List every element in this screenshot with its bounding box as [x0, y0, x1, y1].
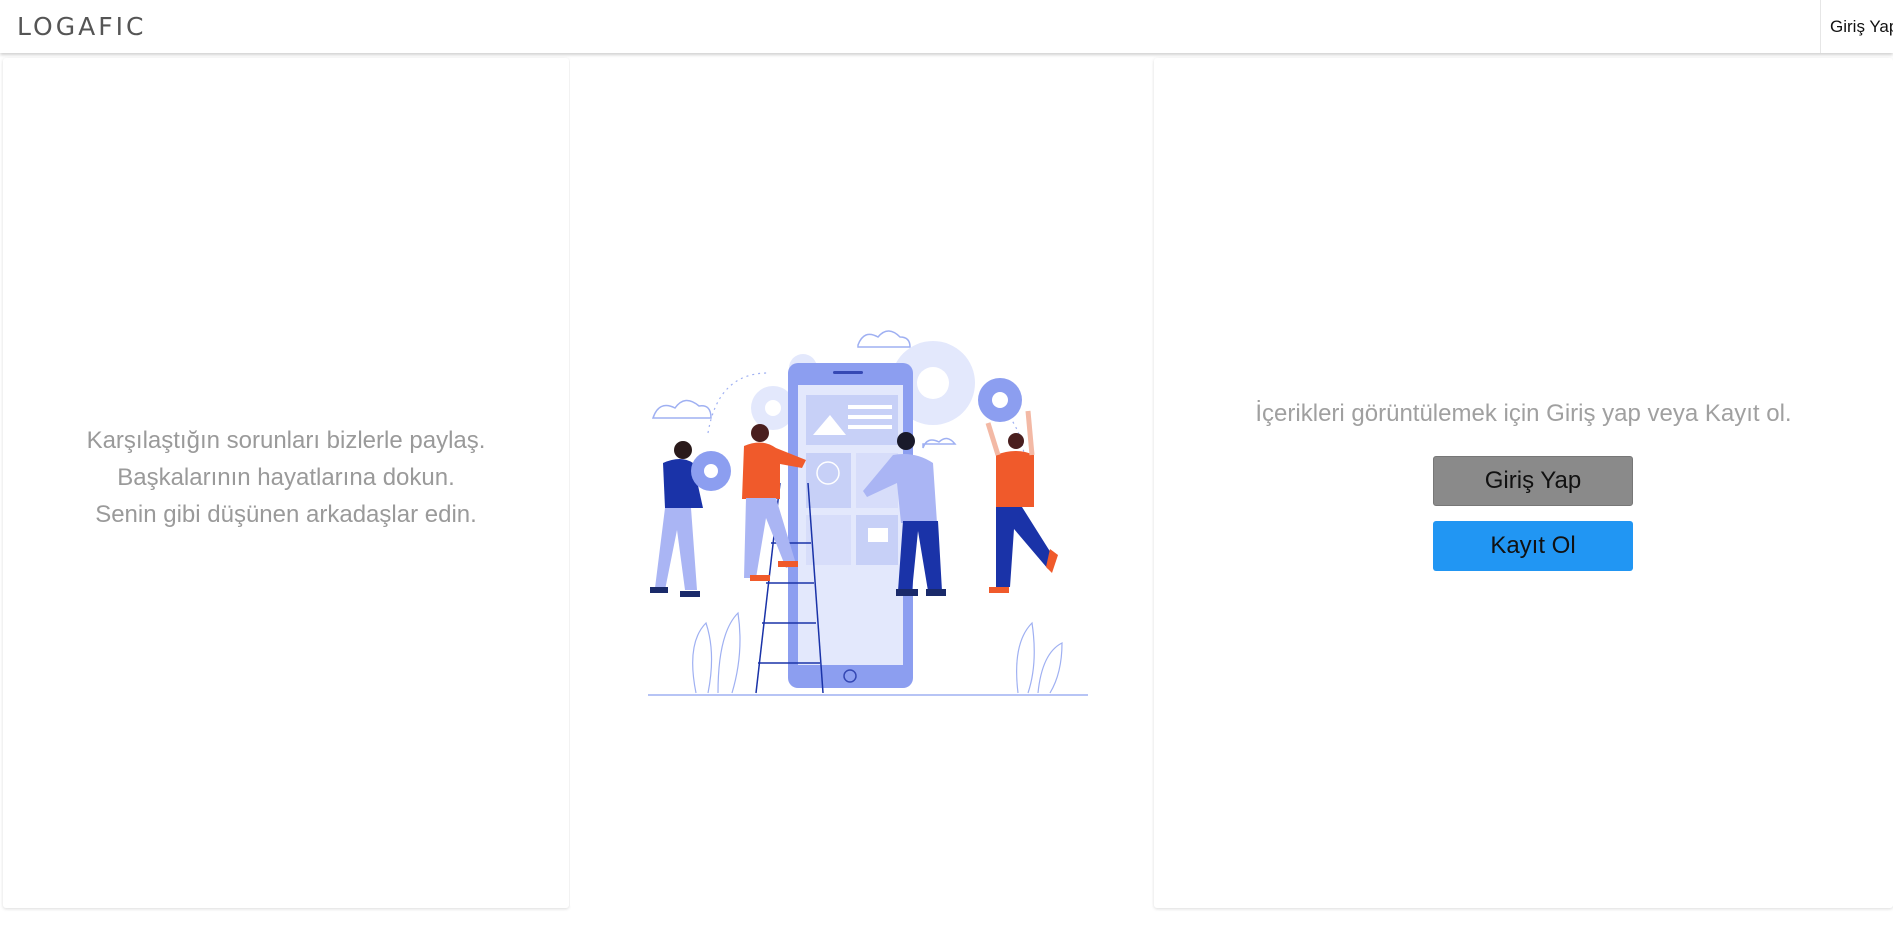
register-button[interactable]: Kayıt Ol	[1433, 521, 1633, 571]
illustration-card	[570, 58, 1153, 908]
auth-prompt: İçerikleri görüntülemek için Giriş yap v…	[1255, 400, 1792, 427]
brand-logo[interactable]: LOGAFIC	[17, 12, 146, 41]
tagline-line-3: Senin gibi düşünen arkadaşlar edin.	[95, 501, 477, 528]
team-building-app-illustration	[648, 330, 1088, 696]
auth-card: İçerikleri görüntülemek için Giriş yap v…	[1154, 58, 1893, 908]
tagline: Karşılaştığın sorunları bizlerle paylaş.…	[3, 422, 569, 533]
top-navbar: LOGAFIC Giriş Yap	[0, 0, 1893, 53]
tagline-line-2: Başkalarının hayatlarına dokun.	[117, 464, 455, 491]
nav-login-link[interactable]: Giriş Yap	[1820, 0, 1893, 53]
tagline-line-1: Karşılaştığın sorunları bizlerle paylaş.	[86, 427, 486, 454]
intro-card: Karşılaştığın sorunları bizlerle paylaş.…	[3, 58, 569, 908]
login-button[interactable]: Giriş Yap	[1433, 456, 1633, 506]
